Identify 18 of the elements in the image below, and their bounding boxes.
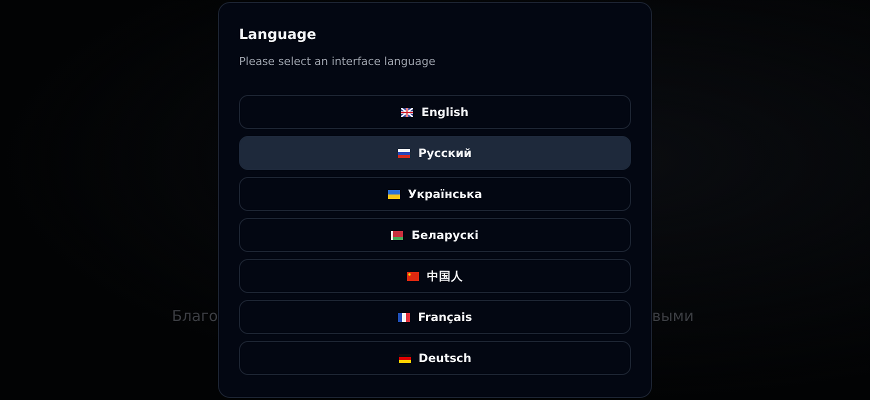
background-text: выми bbox=[652, 307, 694, 325]
language-option[interactable]: Українська bbox=[239, 177, 631, 211]
dialog-title: Language bbox=[239, 27, 318, 43]
background-text: Благо bbox=[172, 307, 218, 325]
language-option[interactable]: English bbox=[239, 95, 631, 129]
language-option[interactable]: 中国人 bbox=[239, 259, 631, 293]
language-option[interactable]: Français bbox=[239, 300, 631, 334]
flag-icon bbox=[407, 272, 419, 280]
flag-icon bbox=[391, 230, 404, 240]
flag-icon bbox=[388, 190, 400, 198]
flag-icon bbox=[401, 108, 414, 116]
language-option[interactable]: Русский bbox=[239, 136, 631, 170]
language-option[interactable]: Беларускі bbox=[239, 218, 631, 252]
dialog-subtitle: Please select an interface language bbox=[239, 55, 436, 68]
flag-icon bbox=[398, 354, 411, 362]
language-option[interactable]: Deutsch bbox=[239, 341, 631, 375]
flag-icon bbox=[398, 148, 410, 158]
flag-icon bbox=[398, 312, 410, 322]
